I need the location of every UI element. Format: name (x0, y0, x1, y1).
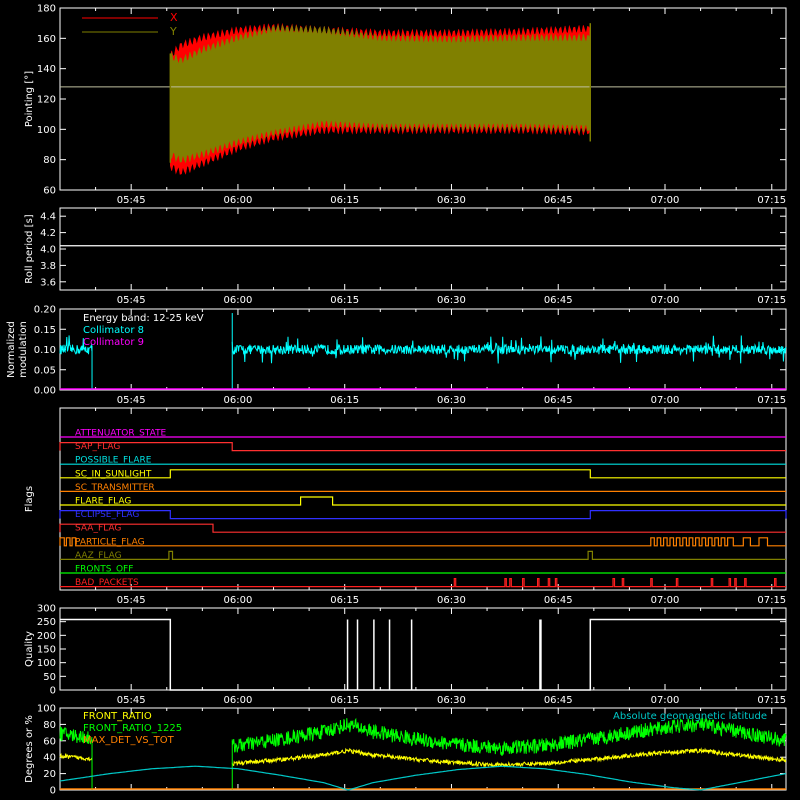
x-tick-label: 07:00 (651, 195, 680, 206)
y-tick-label: 180 (37, 4, 56, 15)
y-tick-label: 4.4 (40, 212, 56, 223)
x-tick-label: 07:00 (651, 295, 680, 306)
x-tick-label: 07:00 (651, 595, 680, 606)
x-tick-label: 06:15 (330, 595, 359, 606)
x-tick-label: 06:45 (544, 695, 573, 706)
x-tick-label: 06:00 (224, 695, 253, 706)
x-tick-label: 07:15 (757, 195, 786, 206)
legend-max-det: MAX_DET_VS_TOT (83, 735, 175, 746)
y-tick-label: 4.2 (40, 228, 56, 239)
x-tick-label: 05:45 (117, 395, 146, 406)
y-tick-label: 200 (37, 631, 56, 642)
y-tick-label: 0.05 (34, 365, 56, 376)
x-tick-label: 06:30 (437, 295, 466, 306)
x-tick-label: 06:15 (330, 395, 359, 406)
legend-label-x: X (170, 11, 178, 24)
x-tick-label: 07:00 (651, 695, 680, 706)
x-tick-label: 06:00 (224, 395, 253, 406)
x-tick-label: 06:30 (437, 195, 466, 206)
x-tick-label: 05:45 (117, 295, 146, 306)
flag-label-eclipse-flag: ECLIPSE_FLAG (75, 510, 139, 520)
legend-collimator8: Collimator 8 (83, 325, 144, 336)
x-tick-label: 06:30 (437, 595, 466, 606)
x-tick-label: 07:15 (757, 295, 786, 306)
x-tick-label: 06:30 (437, 695, 466, 706)
y-tick-label: 50 (43, 672, 56, 683)
x-tick-label: 06:15 (330, 695, 359, 706)
x-tick-label: 06:45 (544, 195, 573, 206)
flag-label-saa-flag: SAA_FLAG (75, 524, 121, 534)
x-tick-label: 05:45 (117, 695, 146, 706)
x-tick-label: 06:15 (330, 195, 359, 206)
legend-label-y: Y (169, 25, 177, 38)
legend-title: Energy band: 12-25 keV (83, 313, 204, 324)
y-tick-label: 3.6 (40, 277, 56, 288)
x-tick-label: 06:00 (224, 295, 253, 306)
y-tick-label: 140 (37, 64, 56, 75)
y-tick-label: 60 (43, 186, 56, 197)
x-tick-label: 06:45 (544, 395, 573, 406)
y-tick-label: 3.8 (40, 261, 56, 272)
x-tick-label: 07:00 (651, 395, 680, 406)
y-tick-label: 150 (37, 645, 56, 656)
y-axis-label: Flags (24, 486, 35, 512)
x-tick-label: 06:45 (544, 295, 573, 306)
latitude-annotation: Absolute geomagnetic latitude (613, 711, 767, 722)
y-tick-label: 0 (50, 686, 56, 697)
legend-front-ratio: FRONT_RATIO (83, 711, 152, 722)
y-tick-label: 80 (43, 155, 56, 166)
y-tick-label: 100 (37, 704, 56, 715)
x-tick-label: 06:00 (224, 595, 253, 606)
y-tick-label: 160 (37, 34, 56, 45)
y-tick-label: 40 (43, 753, 56, 764)
y-axis-label: Normalized (6, 321, 17, 378)
x-tick-label: 07:15 (757, 395, 786, 406)
flag-label-sap-flag: SAP_FLAG (75, 442, 120, 452)
y-tick-label: 0.15 (34, 325, 56, 336)
y-tick-label: 300 (37, 604, 56, 615)
y-axis-label: Quality (24, 631, 35, 667)
y-tick-label: 4.0 (40, 245, 56, 256)
y-tick-label: 0.10 (34, 345, 56, 356)
y-tick-label: 120 (37, 95, 56, 106)
y-tick-label: 80 (43, 720, 56, 731)
x-tick-label: 07:15 (757, 595, 786, 606)
y-axis-label: Roll period [s] (24, 214, 35, 283)
legend-front-ratio-1225: FRONT_RATIO_1225 (83, 723, 182, 734)
x-tick-label: 06:15 (330, 295, 359, 306)
y-tick-label: 60 (43, 736, 56, 747)
y-tick-label: 100 (37, 658, 56, 669)
x-tick-label: 07:15 (757, 695, 786, 706)
y-tick-label: 0 (50, 786, 56, 797)
y-axis-label: Pointing [°] (24, 71, 35, 127)
rhessi-quicklook-figure: 05:45 06:00 06:15 06:30 06:45 07:00 07:15 60 80 1… (0, 0, 800, 800)
y-axis-label: modulation (18, 321, 29, 378)
y-tick-label: 250 (37, 617, 56, 628)
y-tick-label: 20 (43, 769, 56, 780)
x-tick-label: 05:45 (117, 195, 146, 206)
x-tick-label: 06:00 (224, 195, 253, 206)
x-tick-label: 05:45 (117, 595, 146, 606)
y-tick-label: 0.00 (34, 386, 56, 397)
legend-collimator9: Collimator 9 (83, 337, 144, 348)
x-tick-label: 06:30 (437, 395, 466, 406)
y-tick-label: 100 (37, 125, 56, 136)
x-tick-label: 06:45 (544, 595, 573, 606)
y-axis-label: Degrees or % (24, 715, 35, 783)
y-tick-label: 0.20 (34, 305, 56, 316)
